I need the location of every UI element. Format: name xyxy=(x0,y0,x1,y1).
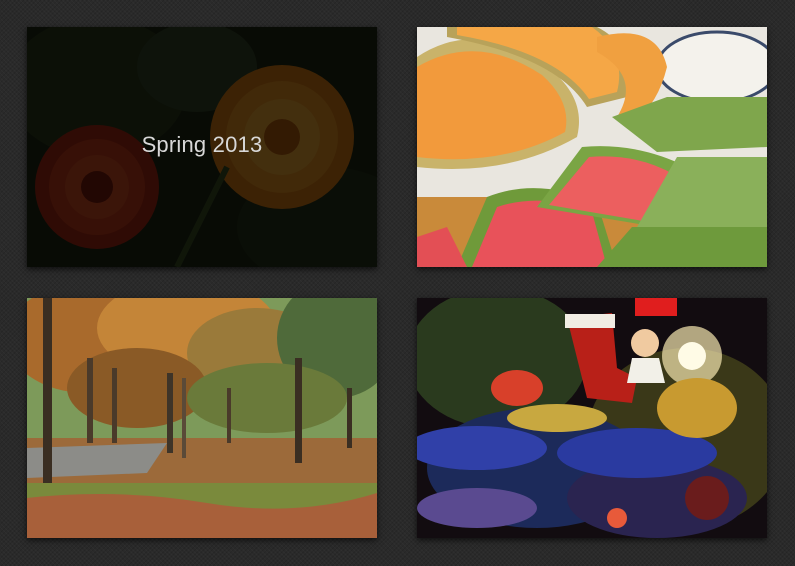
tile-caption: Spring 2013 xyxy=(141,132,263,157)
melon-slices-photo xyxy=(417,27,767,267)
autumn-park-photo xyxy=(27,298,377,538)
gallery-tile-spring-2013[interactable]: Spring 2013 xyxy=(27,27,377,267)
gallery-tile-autumn-park[interactable] xyxy=(27,298,377,538)
gallery-tile-melons[interactable] xyxy=(417,27,767,267)
gallery-tile-christmas-tree[interactable] xyxy=(417,298,767,538)
christmas-tree-photo xyxy=(417,298,767,538)
